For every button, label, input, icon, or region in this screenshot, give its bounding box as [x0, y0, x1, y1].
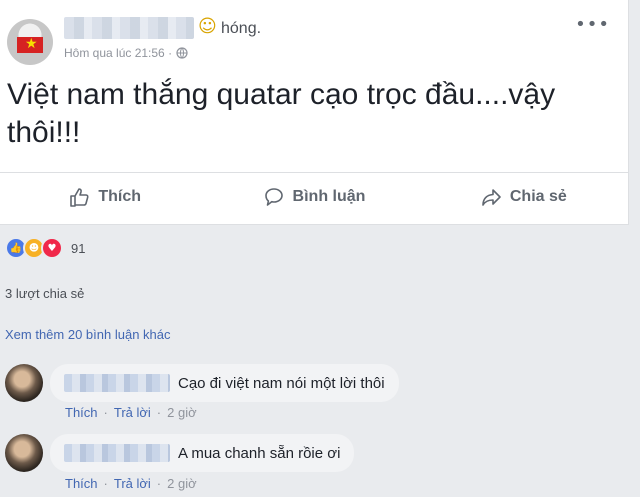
separator: ·: [103, 476, 108, 491]
post-text-line: Việt nam thắng quatar cạo trọc đầu....vậ…: [7, 78, 556, 111]
action-bar: Thích Bình luận Chia sẻ: [0, 173, 628, 221]
separator: ·: [103, 405, 108, 420]
separator: ·: [156, 476, 162, 491]
author-name-blurred[interactable]: [64, 17, 194, 39]
post-meta: Hôm qua lúc 21:56 ·: [64, 46, 188, 60]
comment-bubble: A mua chanh sẵn rồie ơi: [50, 434, 355, 472]
commenter-avatar[interactable]: [5, 434, 43, 472]
reaction-count: 91: [71, 240, 86, 256]
globe-icon: [176, 47, 188, 59]
header-suffix: hóng.: [221, 20, 262, 37]
post-body: Việt nam thắng quatar cạo trọc đầu....vậ…: [7, 76, 567, 152]
post-timestamp[interactable]: Hôm qua lúc 21:56 ·: [64, 46, 172, 60]
comment-label: Bình luận: [292, 188, 366, 205]
comment-bubble: Cạo đi việt nam nói một lời thôi: [50, 364, 399, 402]
comment-reply-link[interactable]: Trả lời: [114, 405, 151, 420]
commenter-name-blurred[interactable]: [64, 444, 170, 462]
comment-icon: [264, 188, 283, 206]
post-card: ☺ hóng. Hôm qua lúc 21:56 · ••• Việt nam…: [0, 0, 629, 225]
comment-actions: Thích · Trả lời · 2 giờ: [65, 476, 197, 491]
separator: ·: [156, 405, 162, 420]
comment-like-link[interactable]: Thích: [65, 476, 98, 491]
comment-time[interactable]: 2 giờ: [167, 405, 197, 420]
commenter-name-blurred[interactable]: [64, 374, 170, 392]
love-icon: ♥: [41, 237, 63, 259]
share-icon: [482, 189, 501, 206]
share-count[interactable]: 3 lượt chia sẻ: [5, 286, 84, 301]
comment-reply-link[interactable]: Trả lời: [114, 476, 151, 491]
like-button[interactable]: Thích: [0, 173, 209, 221]
thumbs-up-icon: [70, 188, 89, 207]
comment-text: Cạo đi việt nam nói một lời thôi: [178, 374, 385, 392]
comment-text: A mua chanh sẵn rồie ơi: [178, 444, 341, 462]
comment-button[interactable]: Bình luận: [209, 173, 418, 221]
share-label: Chia sẻ: [509, 188, 567, 205]
flag-image: [17, 36, 43, 53]
commenter-avatar[interactable]: [5, 364, 43, 402]
comment-like-link[interactable]: Thích: [65, 405, 98, 420]
share-button[interactable]: Chia sẻ: [419, 173, 628, 221]
more-options-icon[interactable]: •••: [575, 14, 610, 35]
smiley-icon: ☺: [198, 16, 217, 37]
post-text-line: thôi!!!: [7, 116, 81, 149]
reaction-summary[interactable]: 👍 ☻ ♥ 91: [5, 237, 85, 259]
author-avatar[interactable]: [7, 19, 53, 65]
view-more-comments-link[interactable]: Xem thêm 20 bình luận khác: [5, 327, 171, 342]
comment-time[interactable]: 2 giờ: [167, 476, 197, 491]
comment-actions: Thích · Trả lời · 2 giờ: [65, 405, 197, 420]
like-label: Thích: [98, 188, 141, 205]
